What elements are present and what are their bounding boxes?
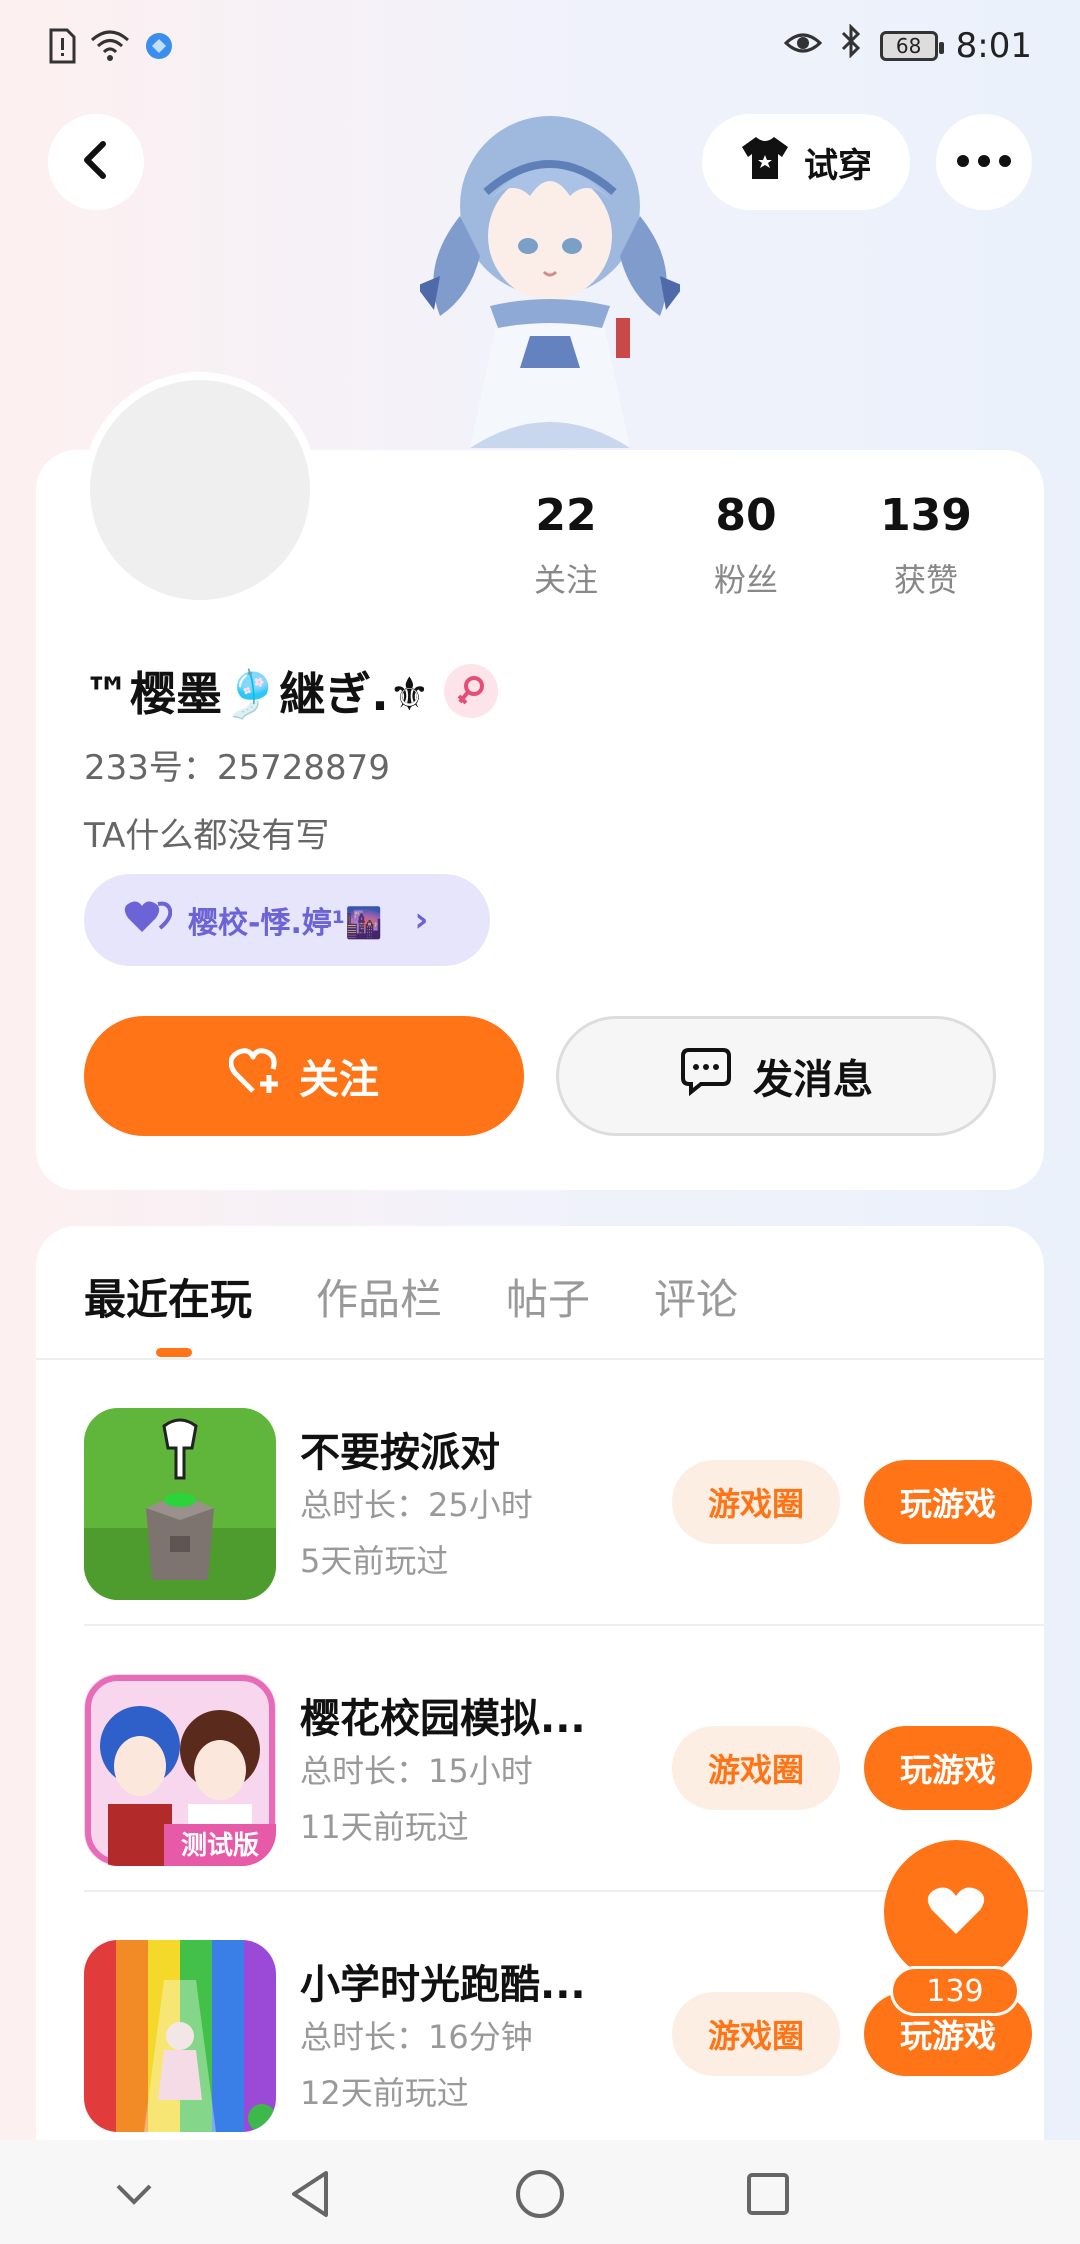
game-last-played: 11天前玩过 xyxy=(300,1808,469,1846)
triangle-back-icon xyxy=(288,2169,332,2223)
nav-back-button[interactable] xyxy=(282,2168,338,2224)
sim-alert-icon xyxy=(48,28,76,68)
play-game-button[interactable]: 玩游戏 xyxy=(864,1460,1032,1544)
profile-tabs: 最近在玩 作品栏 帖子 评论 xyxy=(84,1266,738,1327)
stat-fans[interactable]: 80 粉丝 xyxy=(656,490,836,601)
eye-comfort-icon xyxy=(783,26,822,66)
game-last-played: 5天前玩过 xyxy=(300,1542,449,1580)
chat-bubble-icon xyxy=(679,1046,733,1106)
tab-recently-played[interactable]: 最近在玩 xyxy=(84,1266,252,1327)
heart-plus-icon xyxy=(228,1047,283,1105)
game-circle-button[interactable]: 游戏圈 xyxy=(672,1726,840,1810)
user-bio: TA什么都没有写 xyxy=(84,816,330,856)
stat-following-label: 关注 xyxy=(533,561,598,599)
avatar-character-illustration[interactable] xyxy=(416,96,684,448)
family-name: 樱校-悸.婷¹🌆 xyxy=(188,906,383,941)
game-duration: 总时长：25小时 xyxy=(300,1486,533,1524)
game-title: 不要按派对 xyxy=(300,1430,500,1476)
like-button[interactable] xyxy=(884,1840,1028,1984)
like-count-badge: 139 xyxy=(890,1966,1020,2016)
game-row[interactable]: 测试版 樱花校园模拟... 总时长：15小时 11天前玩过 游戏圈 玩游戏 xyxy=(84,1626,1044,1892)
test-version-badge: 测试版 xyxy=(181,1831,259,1861)
try-on-button[interactable]: 试穿 xyxy=(702,114,910,210)
chevron-down-icon xyxy=(114,2182,154,2210)
profile-stats: 22 关注 80 粉丝 139 获赞 xyxy=(476,490,1016,601)
heart-icon xyxy=(926,1884,986,1940)
user-id: 233号：25728879 xyxy=(84,748,390,788)
game-title: 小学时光跑酷... xyxy=(300,1962,586,2008)
back-button[interactable] xyxy=(48,114,144,210)
hide-keyboard-button[interactable] xyxy=(106,2168,162,2224)
tab-comments[interactable]: 评论 xyxy=(654,1266,738,1327)
stat-likes-value: 139 xyxy=(880,490,972,541)
tshirt-icon xyxy=(740,135,790,190)
nav-recents-button[interactable] xyxy=(740,2168,796,2224)
game-duration: 总时长：15小时 xyxy=(300,1752,533,1790)
battery-level: 68 xyxy=(895,33,922,58)
try-on-label: 试穿 xyxy=(804,145,872,186)
send-message-button[interactable]: 发消息 xyxy=(556,1016,996,1136)
message-label: 发消息 xyxy=(753,1057,873,1103)
follow-label: 关注 xyxy=(299,1057,379,1103)
stat-following[interactable]: 22 关注 xyxy=(476,490,656,601)
system-nav-bar xyxy=(0,2140,1080,2244)
nav-home-button[interactable] xyxy=(512,2168,568,2224)
game-title: 樱花校园模拟... xyxy=(300,1696,586,1742)
chevron-right-icon: › xyxy=(414,900,429,940)
username-text: ™樱墨🎐継ぎ.⚜ xyxy=(84,667,430,721)
double-heart-icon xyxy=(124,898,173,942)
follow-button[interactable]: 关注 xyxy=(84,1016,524,1136)
game-duration: 总时长：16分钟 xyxy=(300,2018,533,2056)
circle-home-icon xyxy=(514,2168,566,2224)
game-row[interactable]: 不要按派对 总时长：25小时 5天前玩过 游戏圈 玩游戏 xyxy=(84,1360,1044,1626)
game-icon-school-parkour[interactable] xyxy=(84,1940,276,2132)
stat-likes-label: 获赞 xyxy=(893,561,958,599)
game-last-played: 12天前玩过 xyxy=(300,2074,469,2112)
recent-games-card: 最近在玩 作品栏 帖子 评论 不要按派对 总时长：25小时 5天前玩过 游戏圈 … xyxy=(36,1226,1044,2146)
stat-fans-label: 粉丝 xyxy=(713,561,778,599)
more-button[interactable] xyxy=(936,114,1032,210)
active-tab-indicator xyxy=(156,1348,192,1357)
stat-likes[interactable]: 139 获赞 xyxy=(836,490,1016,601)
browser-app-icon xyxy=(144,31,174,65)
play-game-button[interactable]: 玩游戏 xyxy=(864,1726,1032,1810)
stat-fans-value: 80 xyxy=(715,490,777,541)
family-link[interactable]: 樱校-悸.婷¹🌆 › xyxy=(84,874,490,966)
status-time: 8:01 xyxy=(955,25,1032,66)
more-dots-icon xyxy=(956,153,1012,172)
square-recents-icon xyxy=(745,2171,791,2221)
game-icon-sakura-school[interactable]: 测试版 xyxy=(84,1674,276,1866)
stat-following-value: 22 xyxy=(535,490,597,541)
username: ™樱墨🎐継ぎ.⚜ xyxy=(84,658,498,724)
chevron-left-icon xyxy=(79,140,113,184)
tab-posts[interactable]: 帖子 xyxy=(506,1266,590,1327)
game-icon-dont-press-party[interactable] xyxy=(84,1408,276,1600)
tab-works[interactable]: 作品栏 xyxy=(316,1266,442,1327)
female-gender-icon xyxy=(444,664,498,718)
wifi-icon xyxy=(90,30,130,66)
bluetooth-icon xyxy=(840,23,862,67)
battery-icon: 68 xyxy=(879,30,944,61)
avatar[interactable] xyxy=(82,372,318,608)
status-bar: 68 8:01 xyxy=(0,0,1080,96)
game-circle-button[interactable]: 游戏圈 xyxy=(672,1460,840,1544)
game-circle-button[interactable]: 游戏圈 xyxy=(672,1992,840,2076)
